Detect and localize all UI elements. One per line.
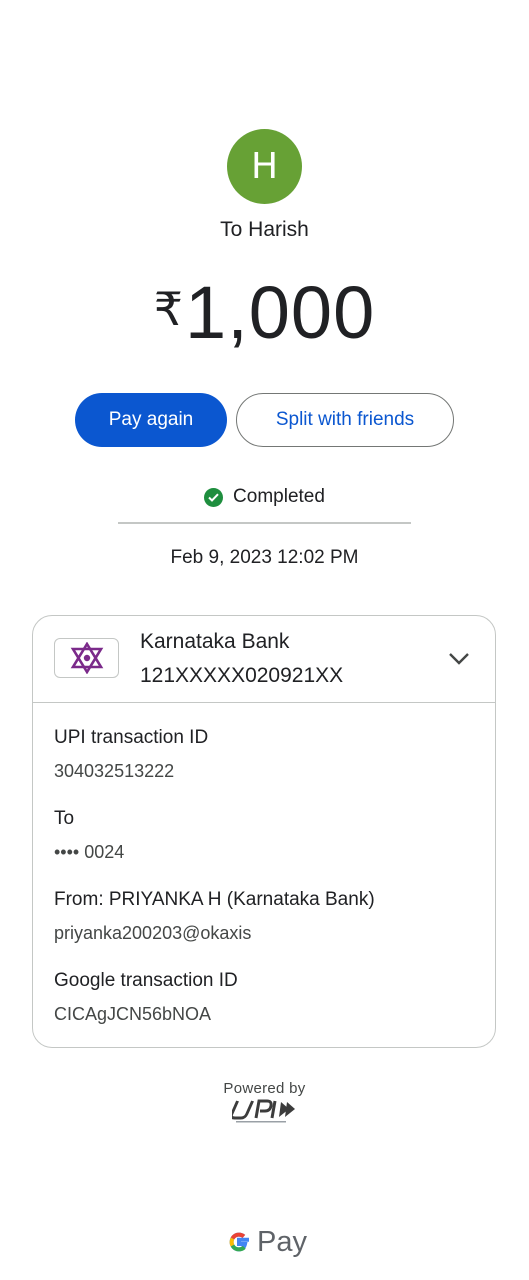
- google-transaction-id-value: CICAgJCN56bNOA: [54, 1004, 212, 1024]
- divider: [118, 522, 411, 524]
- bank-name: Karnataka Bank: [140, 630, 290, 653]
- transaction-details-card: Karnataka Bank 121XXXXX020921XX UPI tran…: [32, 615, 496, 1048]
- to-value: •••• 0024: [54, 842, 125, 862]
- status-label: Completed: [233, 486, 325, 507]
- karnataka-bank-logo-icon: [54, 638, 119, 678]
- upi-transaction-id-value: 304032513222: [54, 761, 175, 781]
- transaction-datetime: Feb 9, 2023 12:02 PM: [170, 547, 359, 568]
- payee-avatar: H: [227, 129, 302, 204]
- google-g-icon: [229, 1232, 249, 1252]
- currency-symbol: ₹: [153, 283, 184, 335]
- bank-account-header[interactable]: Karnataka Bank 121XXXXX020921XX: [33, 616, 495, 703]
- to-label: To: [54, 808, 75, 829]
- from-label: From: PRIYANKA H (Karnataka Bank): [54, 889, 375, 910]
- pay-again-button[interactable]: Pay again: [75, 393, 227, 447]
- google-pay-logo: Pay: [225, 1224, 307, 1260]
- upi-transaction-id-label: UPI transaction ID: [54, 727, 209, 748]
- check-circle-icon: [204, 487, 224, 507]
- amount: ₹1,000: [0, 268, 529, 379]
- powered-by-label: Powered by: [223, 1080, 306, 1097]
- bank-account-number: 121XXXXX020921XX: [140, 664, 344, 687]
- pay-brand-label: Pay: [257, 1225, 307, 1258]
- chevron-down-icon[interactable]: [447, 648, 471, 668]
- split-with-friends-button[interactable]: Split with friends: [236, 393, 454, 447]
- from-upi-id: priyanka200203@okaxis: [54, 923, 252, 943]
- google-transaction-id-label: Google transaction ID: [54, 970, 238, 991]
- amount-value: 1,000: [185, 271, 376, 354]
- status-row: Completed: [0, 486, 529, 508]
- upi-logo: [232, 1099, 295, 1123]
- payee-name: To Harish: [220, 218, 309, 241]
